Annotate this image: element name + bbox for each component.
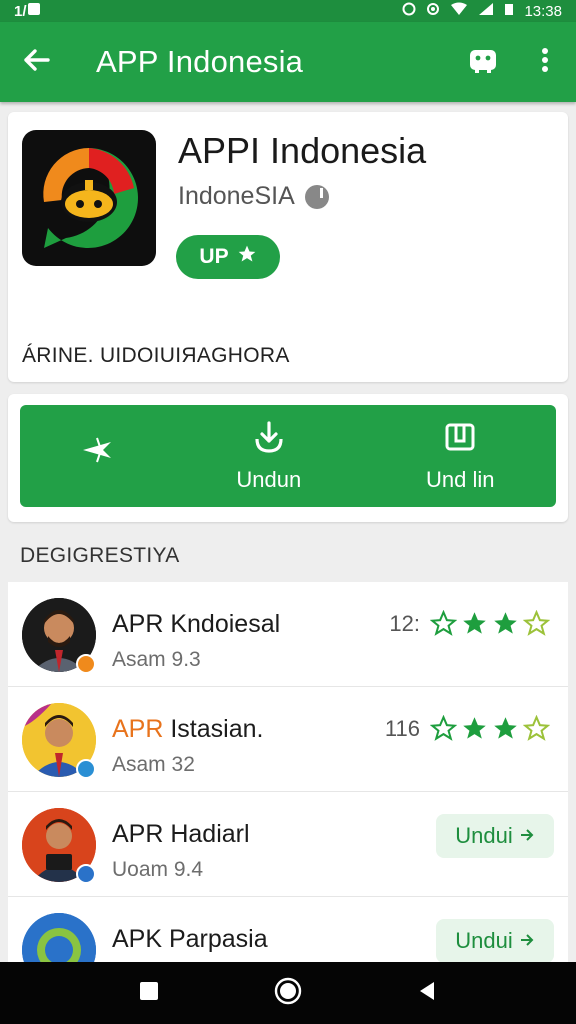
share-button[interactable]	[20, 405, 173, 507]
developer-name: IndoneSIA	[178, 182, 295, 210]
download-button-label: Undui	[455, 928, 513, 953]
download-button[interactable]: Undui	[436, 919, 554, 962]
android-icon	[467, 45, 499, 80]
app-bar: APP Indonesia	[0, 22, 576, 102]
star-icon	[492, 610, 519, 637]
download-icon	[251, 419, 287, 461]
rating-row: 12:	[389, 609, 551, 637]
status-left-text: 1/	[14, 2, 27, 20]
item-subtitle: Asam 32	[112, 753, 195, 776]
action-bar: Undun Und lin	[20, 405, 556, 507]
developer-row[interactable]: IndoneSIA	[178, 182, 329, 211]
star-outline-icon	[522, 609, 551, 637]
download-button[interactable]: Undun	[173, 405, 364, 507]
rating-row: 116	[384, 714, 551, 742]
app-logo	[22, 130, 156, 266]
app-summary: ÁRINE. UIDOIUIЯAGHORA	[22, 344, 290, 367]
list-item[interactable]: APR Istasian. Asam 32 116	[8, 687, 568, 792]
status-bar: 1/ 13:38	[0, 0, 576, 22]
update-badge-label: UP	[199, 245, 229, 268]
avatar	[22, 913, 96, 962]
star-icon	[237, 244, 257, 270]
open-label: Und lin	[426, 467, 495, 492]
status-dot	[76, 759, 96, 779]
section-title: DEGIGRESTIYA	[20, 544, 180, 567]
square-icon	[138, 980, 160, 1007]
battery-icon	[504, 2, 514, 20]
app-detail-card: APPI Indonesia IndoneSIA UP ÁRINE. UIDOI…	[8, 112, 568, 382]
alarm-icon	[402, 2, 416, 20]
info-icon	[304, 184, 329, 209]
status-dot	[76, 864, 96, 884]
chevron-right-icon	[519, 823, 535, 849]
more-vert-icon	[540, 45, 550, 80]
item-title-rest: Istasian.	[163, 715, 264, 743]
action-card: Undun Und lin	[8, 394, 568, 522]
list-item[interactable]: APK Parpasia Undui	[8, 897, 568, 962]
item-subtitle: Uoam 9.4	[112, 858, 204, 881]
location-icon	[426, 2, 440, 20]
home-circle-icon	[273, 976, 303, 1011]
item-title: APK Parpasia	[112, 925, 268, 953]
recents-button[interactable]	[119, 962, 179, 1024]
triangle-back-icon	[416, 980, 438, 1007]
back-nav-button[interactable]	[397, 962, 457, 1024]
list-item[interactable]: APR Hadiarl Uoam 9.4 Undui	[8, 792, 568, 897]
open-box-icon	[442, 419, 478, 461]
item-title: APR Istasian.	[112, 715, 263, 744]
plane-icon	[79, 432, 115, 474]
item-subtitle: Asam 9.3	[112, 648, 201, 671]
system-nav-bar	[0, 962, 576, 1024]
open-button[interactable]: Und lin	[365, 405, 556, 507]
wifi-icon	[450, 2, 468, 20]
arrow-left-icon	[21, 45, 51, 80]
star-outline-icon	[429, 609, 458, 637]
home-button[interactable]	[258, 962, 318, 1024]
back-button[interactable]	[0, 22, 72, 102]
rating-count: 116	[384, 715, 420, 741]
chevron-right-icon	[519, 928, 535, 954]
list-item[interactable]: APR Kndoiesal Asam 9.3 12:	[8, 582, 568, 687]
star-icon	[461, 610, 488, 637]
app-name: APPI Indonesia	[178, 130, 427, 171]
download-label: Undun	[236, 467, 302, 492]
star-icon	[492, 715, 519, 742]
page-title: APP Indonesia	[96, 44, 304, 79]
rating-count: 12:	[389, 610, 420, 636]
status-dot	[76, 654, 96, 674]
status-time: 13:38	[524, 2, 562, 20]
star-outline-icon	[429, 714, 458, 742]
item-title: APR Kndoiesal	[112, 610, 281, 638]
download-button-label: Undui	[455, 823, 513, 848]
item-title: APR Hadiarl	[112, 820, 250, 848]
star-outline-icon	[522, 714, 551, 742]
app-list: APR Kndoiesal Asam 9.3 12: APR Istasian.…	[8, 582, 568, 962]
star-icon	[461, 715, 488, 742]
update-badge-button[interactable]: UP	[176, 235, 280, 279]
download-button[interactable]: Undui	[436, 814, 554, 858]
signal-icon	[478, 2, 494, 20]
notification-icon	[27, 2, 41, 20]
android-button[interactable]	[452, 22, 514, 102]
more-options-button[interactable]	[514, 22, 576, 102]
item-title-accent: APR	[112, 715, 164, 743]
